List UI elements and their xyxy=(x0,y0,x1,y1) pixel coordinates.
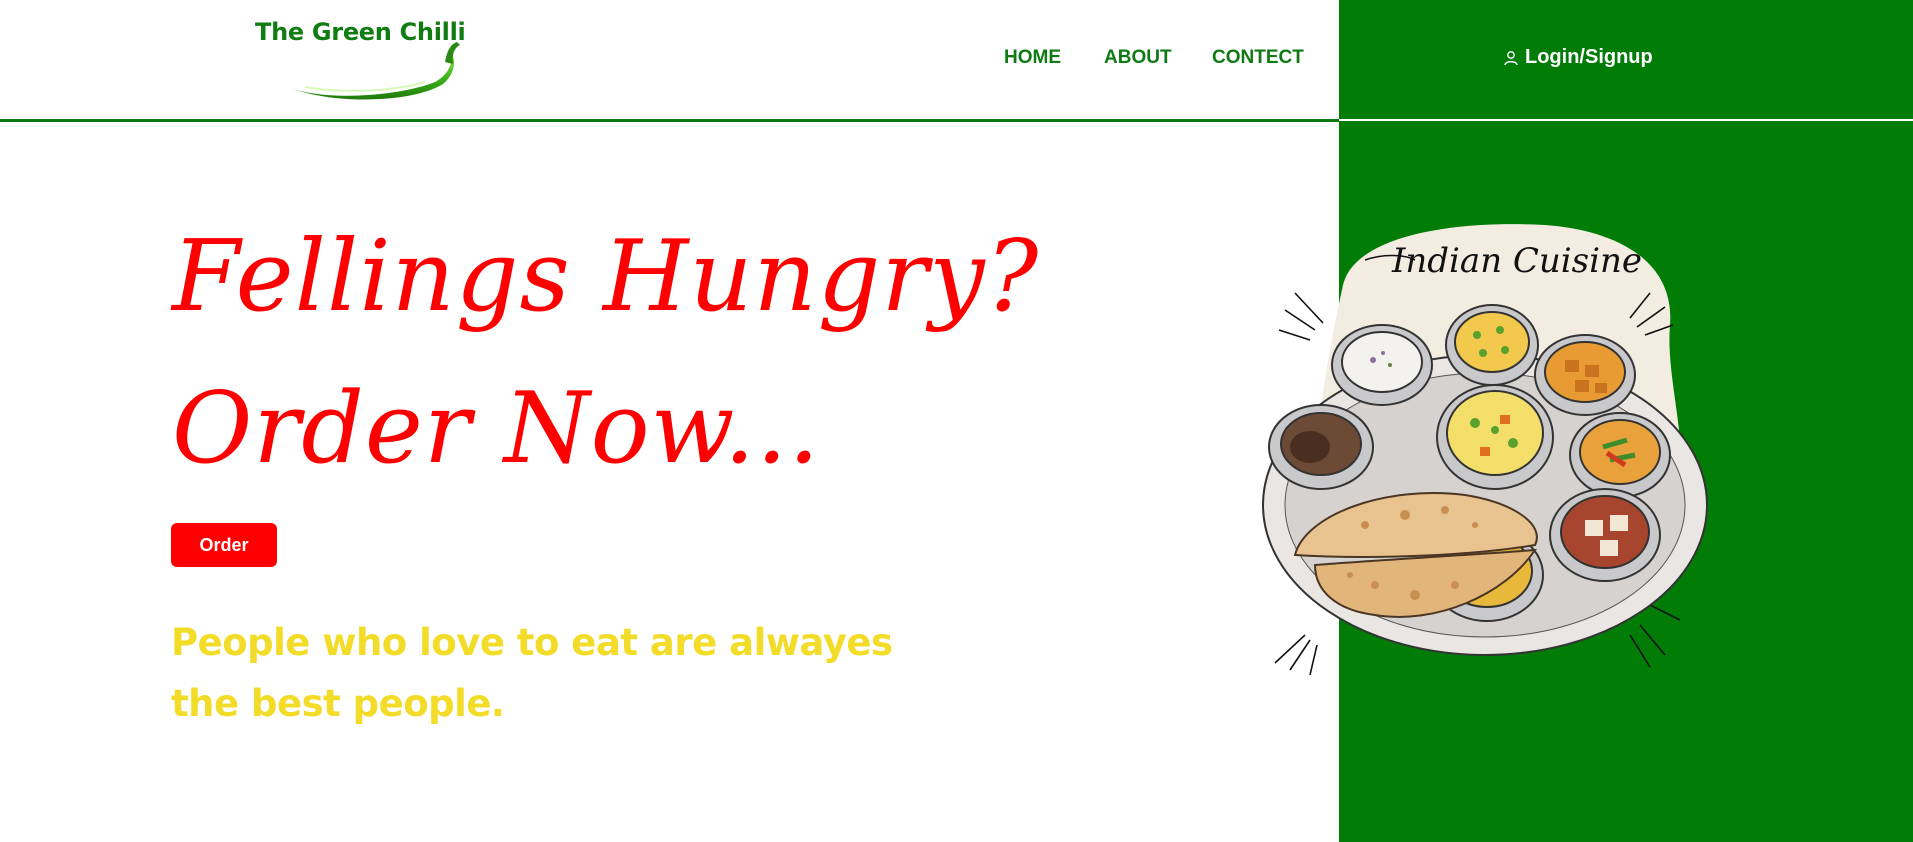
image-caption: Indian Cuisine xyxy=(1391,241,1642,281)
user-icon xyxy=(1504,50,1518,65)
nav-about[interactable]: ABOUT xyxy=(1104,47,1172,69)
hero-headline-line1: Fellings Hungry? xyxy=(172,220,1040,334)
login-signup-link[interactable]: Login/Signup xyxy=(1503,46,1653,69)
login-label: Login/Signup xyxy=(1525,46,1653,68)
header-divider xyxy=(0,119,1339,122)
brand-logo[interactable]: The Green Chilli xyxy=(255,14,495,100)
hero-tagline: People who love to eat are alwayes the b… xyxy=(171,621,893,725)
hero-headline-line2: Order Now... xyxy=(172,372,821,486)
green-chilli-icon xyxy=(288,42,460,100)
order-button[interactable]: Order xyxy=(171,523,277,567)
header-divider-right xyxy=(1339,119,1913,121)
nav-home[interactable]: HOME xyxy=(1004,47,1061,69)
nav-contect[interactable]: CONTECT xyxy=(1212,47,1304,69)
indian-thali-image: Indian Cuisine xyxy=(1262,224,1708,675)
